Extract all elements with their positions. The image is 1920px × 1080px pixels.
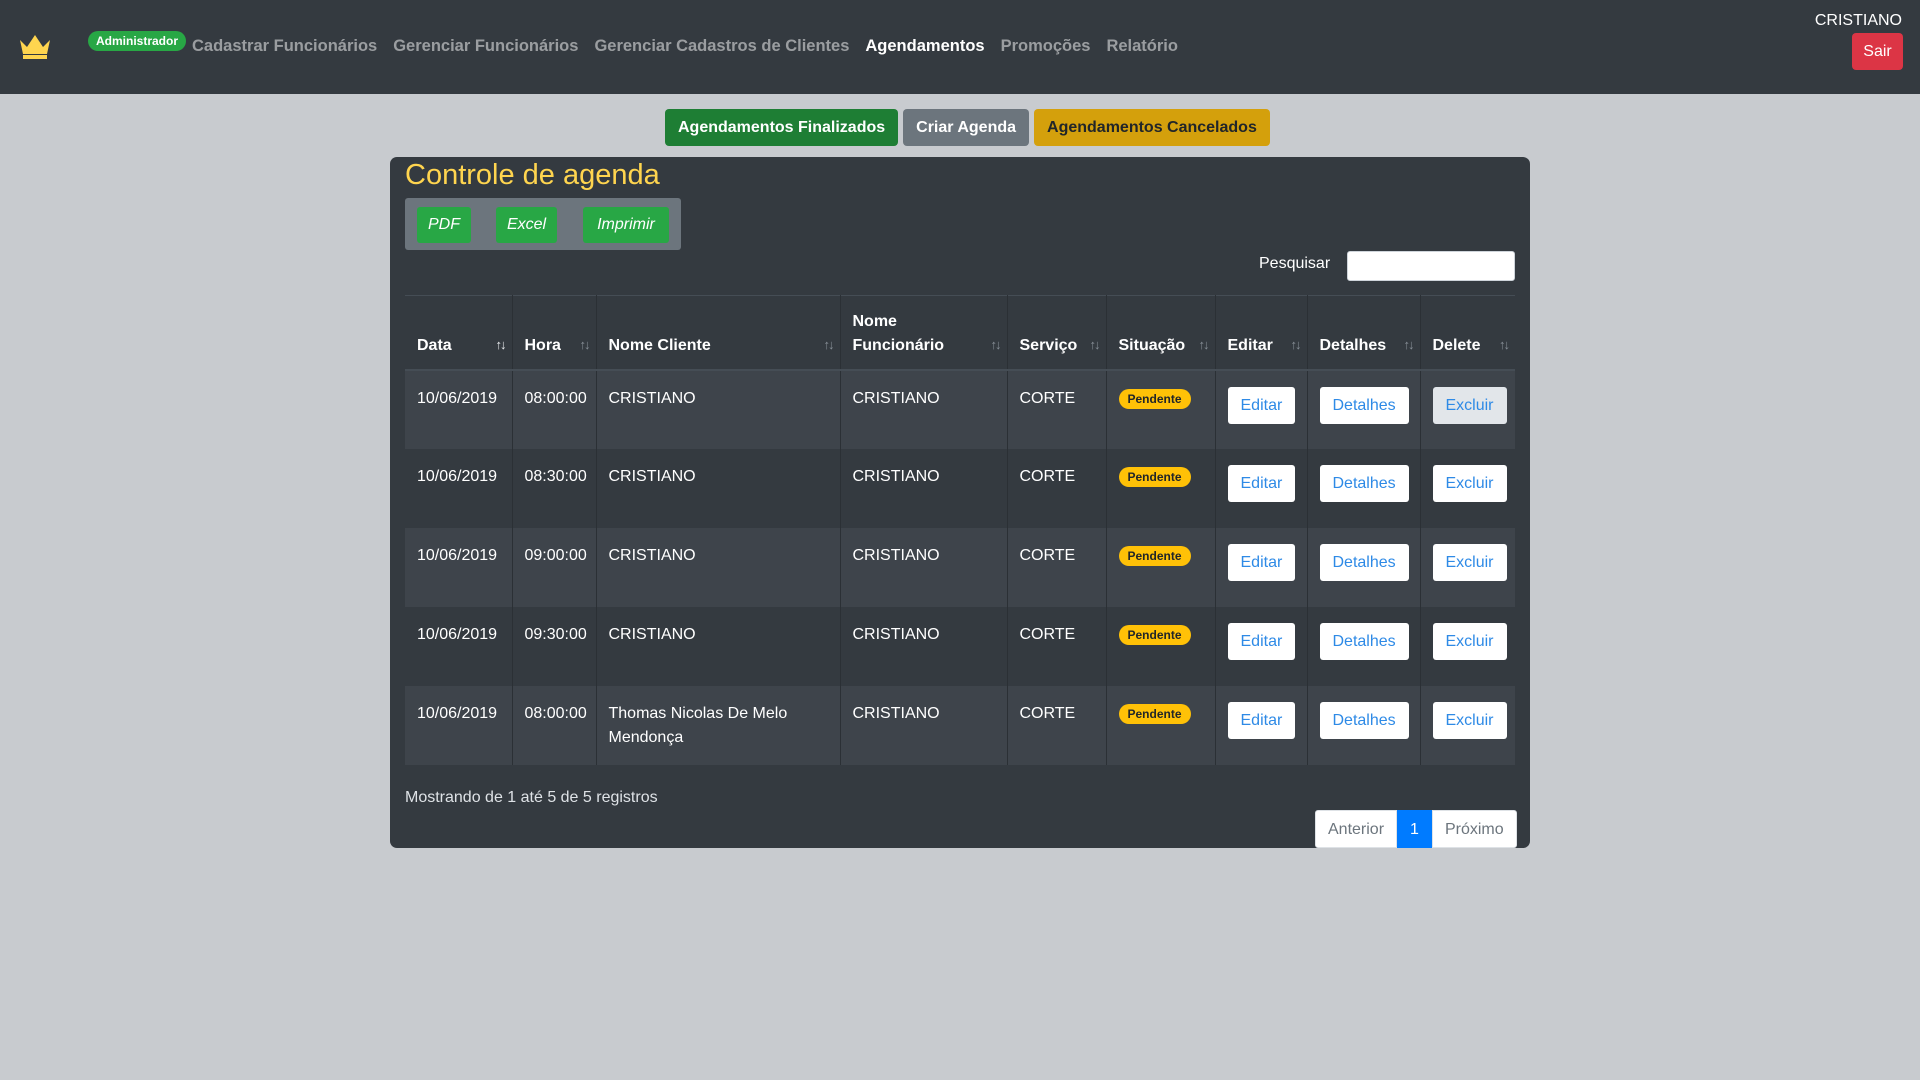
cell-cliente: CRISTIANO xyxy=(596,527,841,607)
cell-cliente: CRISTIANO xyxy=(596,369,841,449)
cell-funcionario: CRISTIANO xyxy=(840,527,1008,607)
cell-funcionario: CRISTIANO xyxy=(840,606,1008,686)
table-header-row: Data ↑↓ Hora ↑↓ Nome Cliente ↑↓ Nome Funcio… xyxy=(405,295,1515,370)
admin-badge: Administrador xyxy=(88,31,187,51)
details-button[interactable]: Detalhes xyxy=(1319,622,1409,660)
cell-hora: 08:00:00 xyxy=(512,369,597,449)
column-header-servico[interactable]: Serviço ↑↓ xyxy=(1007,295,1107,370)
nav-promocoes[interactable]: Promoções xyxy=(1001,37,1091,56)
nav-cadastrar-funcionarios[interactable]: Cadastrar Funcionários xyxy=(192,37,377,56)
agenda-panel: Controle de agenda PDF Excel Imprimir Pe… xyxy=(390,157,1530,848)
delete-button[interactable]: Excluir xyxy=(1432,543,1507,581)
pagination-prev[interactable]: Anterior xyxy=(1315,810,1398,848)
cell-hora: 08:30:00 xyxy=(512,448,597,528)
sort-icon: ↑↓ xyxy=(1089,336,1101,352)
logout-button[interactable]: Sair xyxy=(1852,33,1903,70)
finalized-appointments-button[interactable]: Agendamentos Finalizados xyxy=(665,109,899,146)
table-row: 10/06/2019 09:30:00 CRISTIANO CRISTIANO … xyxy=(405,606,1515,686)
cell-hora: 09:30:00 xyxy=(512,606,597,686)
cell-data: 10/06/2019 xyxy=(405,448,513,528)
cell-funcionario: CRISTIANO xyxy=(840,369,1008,449)
cell-servico: CORTE xyxy=(1007,606,1107,686)
cell-cliente: CRISTIANO xyxy=(596,606,841,686)
status-badge: Pendente xyxy=(1118,703,1191,724)
export-pdf-button[interactable]: PDF xyxy=(417,207,471,243)
cell-servico: CORTE xyxy=(1007,685,1107,765)
nav-agendamentos[interactable]: Agendamentos xyxy=(865,37,984,56)
edit-button[interactable]: Editar xyxy=(1227,464,1296,502)
details-button[interactable]: Detalhes xyxy=(1319,701,1409,739)
cell-cliente: Thomas Nicolas De Melo Mendonça xyxy=(596,685,841,765)
cell-data: 10/06/2019 xyxy=(405,685,513,765)
cell-servico: CORTE xyxy=(1007,448,1107,528)
main-nav: Cadastrar Funcionários Gerenciar Funcion… xyxy=(192,37,1194,56)
status-badge: Pendente xyxy=(1118,466,1191,487)
search-label: Pesquisar xyxy=(1259,255,1331,272)
edit-button[interactable]: Editar xyxy=(1227,543,1296,581)
table-row: 10/06/2019 09:00:00 CRISTIANO CRISTIANO … xyxy=(405,527,1515,607)
cell-data: 10/06/2019 xyxy=(405,527,513,607)
appointments-table: Data ↑↓ Hora ↑↓ Nome Cliente ↑↓ Nome Funcio… xyxy=(405,295,1515,765)
print-button[interactable]: Imprimir xyxy=(583,207,669,243)
cell-hora: 08:00:00 xyxy=(512,685,597,765)
edit-button[interactable]: Editar xyxy=(1227,622,1296,660)
top-navbar: Administrador Cadastrar Funcionários Ger… xyxy=(0,0,1920,94)
pagination-next[interactable]: Próximo xyxy=(1431,810,1517,848)
column-header-detalhes[interactable]: Detalhes ↑↓ xyxy=(1307,295,1421,370)
sort-icon: ↑↓ xyxy=(1290,336,1302,352)
cell-servico: CORTE xyxy=(1007,369,1107,449)
table-info: Mostrando de 1 até 5 de 5 registros xyxy=(405,789,658,806)
sort-icon: ↑↓ xyxy=(1403,336,1415,352)
sort-icon: ↑↓ xyxy=(1198,336,1210,352)
delete-button[interactable]: Excluir xyxy=(1432,622,1507,660)
search-input[interactable] xyxy=(1347,251,1515,281)
pagination: Anterior 1 Próximo xyxy=(1315,810,1517,848)
sort-asc-icon: ↑↓ xyxy=(495,336,507,352)
canceled-appointments-button[interactable]: Agendamentos Cancelados xyxy=(1034,109,1270,146)
cell-data: 10/06/2019 xyxy=(405,606,513,686)
delete-button[interactable]: Excluir xyxy=(1432,464,1507,502)
nav-gerenciar-clientes[interactable]: Gerenciar Cadastros de Clientes xyxy=(594,37,849,56)
cell-servico: CORTE xyxy=(1007,527,1107,607)
status-badge: Pendente xyxy=(1118,388,1191,409)
cell-hora: 09:00:00 xyxy=(512,527,597,607)
sort-icon: ↑↓ xyxy=(1499,336,1510,352)
cell-cliente: CRISTIANO xyxy=(596,448,841,528)
export-excel-button[interactable]: Excel xyxy=(496,207,557,243)
column-header-editar[interactable]: Editar ↑↓ xyxy=(1215,295,1308,370)
column-header-nome-funcionario[interactable]: Nome Funcionário ↑↓ xyxy=(840,295,1008,370)
status-badge: Pendente xyxy=(1118,624,1191,645)
column-header-situacao[interactable]: Situação ↑↓ xyxy=(1106,295,1216,370)
user-name: CRISTIANO xyxy=(1814,12,1902,29)
export-toolbar: PDF Excel Imprimir xyxy=(405,198,681,250)
column-header-hora[interactable]: Hora ↑↓ xyxy=(512,295,597,370)
edit-button[interactable]: Editar xyxy=(1227,386,1296,424)
status-badge: Pendente xyxy=(1118,545,1191,566)
agenda-actions: Agendamentos Finalizados Criar Agenda Ag… xyxy=(665,109,1270,146)
delete-button[interactable]: Excluir xyxy=(1432,386,1507,424)
delete-button[interactable]: Excluir xyxy=(1432,701,1507,739)
sort-icon: ↑↓ xyxy=(579,336,591,352)
cell-funcionario: CRISTIANO xyxy=(840,448,1008,528)
details-button[interactable]: Detalhes xyxy=(1319,543,1409,581)
details-button[interactable]: Detalhes xyxy=(1319,386,1409,424)
column-header-data[interactable]: Data ↑↓ xyxy=(405,295,513,370)
sort-icon: ↑↓ xyxy=(990,336,1002,352)
edit-button[interactable]: Editar xyxy=(1227,701,1296,739)
cell-data: 10/06/2019 xyxy=(405,369,513,449)
crown-icon[interactable] xyxy=(18,32,52,60)
create-agenda-button[interactable]: Criar Agenda xyxy=(903,109,1030,146)
nav-relatorio[interactable]: Relatório xyxy=(1106,37,1178,56)
column-header-delete[interactable]: Delete ↑↓ xyxy=(1420,296,1515,370)
cell-funcionario: CRISTIANO xyxy=(840,685,1008,765)
table-row: 10/06/2019 08:00:00 Thomas Nicolas De Me… xyxy=(405,685,1515,765)
pagination-page-1[interactable]: 1 xyxy=(1397,810,1432,848)
sort-icon: ↑↓ xyxy=(823,336,835,352)
page-title: Controle de agenda xyxy=(405,159,660,191)
column-header-nome-cliente[interactable]: Nome Cliente ↑↓ xyxy=(596,295,841,370)
table-row: 10/06/2019 08:00:00 CRISTIANO CRISTIANO … xyxy=(405,369,1515,449)
nav-gerenciar-funcionarios[interactable]: Gerenciar Funcionários xyxy=(393,37,578,56)
details-button[interactable]: Detalhes xyxy=(1319,464,1409,502)
table-row: 10/06/2019 08:30:00 CRISTIANO CRISTIANO … xyxy=(405,448,1515,528)
